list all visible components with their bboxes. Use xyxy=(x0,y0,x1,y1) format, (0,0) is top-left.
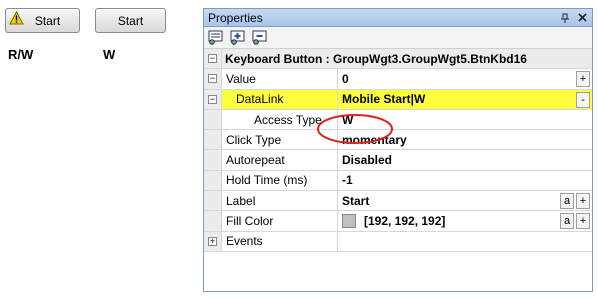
color-swatch[interactable] xyxy=(342,214,356,229)
property-name: Events xyxy=(222,231,338,251)
property-row-events[interactable]: + Events xyxy=(204,231,592,252)
add-button[interactable]: + xyxy=(576,71,590,88)
collapse-all-icon[interactable] xyxy=(251,29,269,46)
property-name: DataLink xyxy=(222,89,338,109)
property-row-label[interactable]: Label Start a + xyxy=(204,191,592,212)
property-row-access-type[interactable]: Access Type W xyxy=(204,109,592,131)
property-value[interactable]: [192, 192, 192] a + xyxy=(338,211,592,230)
collapse-icon[interactable]: − xyxy=(208,54,217,63)
start-button-write[interactable]: Start xyxy=(95,8,166,33)
collapse-icon[interactable]: − xyxy=(208,94,217,104)
property-name: Autorepeat xyxy=(222,150,338,170)
expand-icon[interactable]: + xyxy=(208,236,217,246)
expand-all-icon[interactable] xyxy=(229,29,247,46)
close-icon[interactable] xyxy=(575,11,589,25)
label-text: Start xyxy=(342,193,370,208)
property-value xyxy=(338,232,592,251)
property-value[interactable]: Start a + xyxy=(338,191,592,210)
property-value[interactable]: 0 + xyxy=(338,69,592,88)
property-row-fill-color[interactable]: Fill Color [192, 192, 192] a + xyxy=(204,211,592,232)
properties-titlebar: Properties xyxy=(204,9,592,27)
remove-button[interactable]: - xyxy=(576,91,590,108)
text-button[interactable]: a xyxy=(560,193,574,210)
property-value[interactable]: -1 xyxy=(338,171,592,190)
object-header-row: − Keyboard Button : GroupWgt3.GroupWgt5.… xyxy=(204,49,592,70)
property-name: Click Type xyxy=(222,130,338,150)
collapse-icon[interactable]: − xyxy=(208,74,217,84)
property-name: Label xyxy=(222,191,338,211)
property-name: Fill Color xyxy=(222,211,338,231)
datalink-text: Mobile Start|W xyxy=(342,92,426,107)
pin-icon[interactable] xyxy=(558,11,572,25)
property-row-datalink[interactable]: − DataLink Mobile Start|W - xyxy=(204,89,592,110)
categorized-view-icon[interactable] xyxy=(207,29,225,46)
properties-toolbar xyxy=(204,27,592,49)
text-button[interactable]: a xyxy=(560,213,574,230)
property-value[interactable]: Mobile Start|W - xyxy=(338,89,592,109)
object-header: Keyboard Button : GroupWgt3.GroupWgt5.Bt… xyxy=(225,51,527,66)
property-value[interactable]: momentary xyxy=(338,130,592,149)
start-button-label: Start xyxy=(34,13,61,28)
property-value[interactable]: W xyxy=(338,110,592,129)
start-button-label: Start xyxy=(117,13,144,28)
property-row-click-type[interactable]: Click Type momentary xyxy=(204,130,592,151)
access-label-readwrite: R/W xyxy=(8,47,34,62)
start-button-readwrite[interactable]: Start xyxy=(5,8,80,33)
property-row-hold-time[interactable]: Hold Time (ms) -1 xyxy=(204,170,592,192)
property-name: Value xyxy=(222,69,338,89)
property-value[interactable]: Disabled xyxy=(338,150,592,169)
properties-panel: Properties − Keyboard Button : GroupWgt3… xyxy=(203,8,593,292)
property-name: Access Type xyxy=(222,109,338,130)
properties-title: Properties xyxy=(208,10,263,25)
property-name: Hold Time (ms) xyxy=(222,170,338,191)
warning-icon xyxy=(9,11,24,25)
add-button[interactable]: + xyxy=(576,213,590,230)
property-grid: − Keyboard Button : GroupWgt3.GroupWgt5.… xyxy=(204,49,592,252)
fill-color-text: [192, 192, 192] xyxy=(364,214,446,229)
value-text: 0 xyxy=(342,71,349,86)
add-button[interactable]: + xyxy=(576,193,590,210)
property-row-autorepeat[interactable]: Autorepeat Disabled xyxy=(204,150,592,171)
property-row-value[interactable]: − Value 0 + xyxy=(204,69,592,90)
access-label-write: W xyxy=(103,47,116,62)
